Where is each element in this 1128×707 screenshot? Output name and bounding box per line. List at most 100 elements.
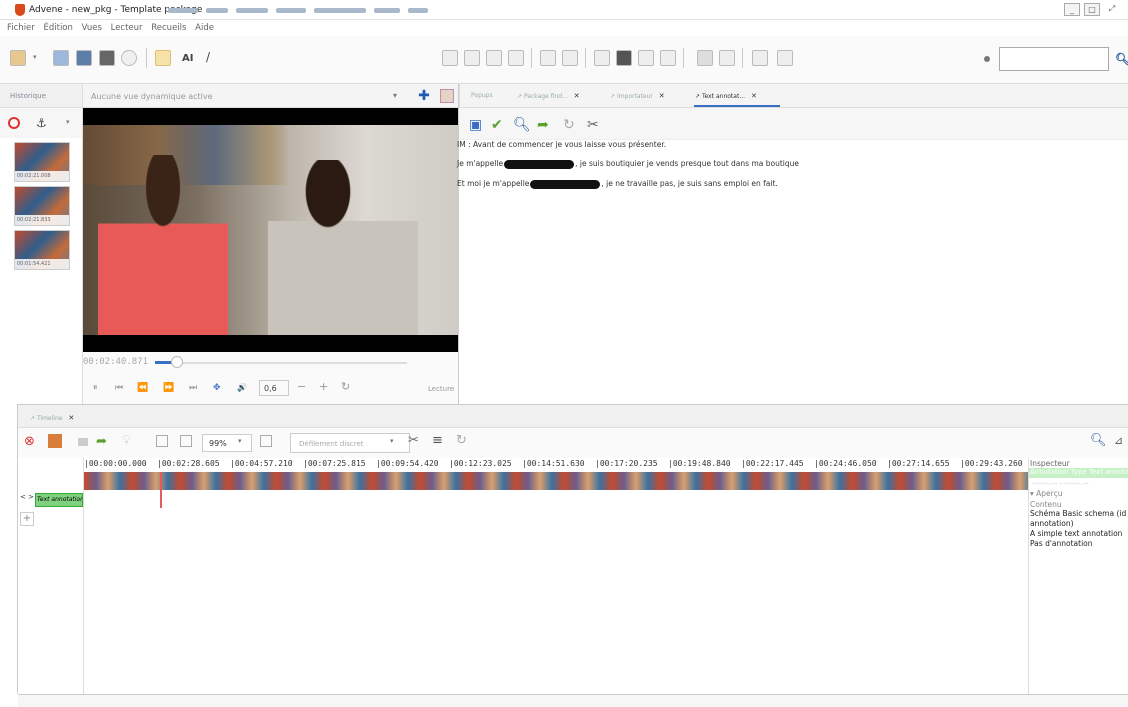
view-book-icon[interactable] xyxy=(562,50,578,66)
save-as-icon[interactable] xyxy=(76,50,92,66)
view-browser-icon[interactable] xyxy=(697,50,713,66)
close-tab-icon[interactable]: ✕ xyxy=(574,92,580,100)
tab-importateur[interactable]: ↗ Importateur ✕ xyxy=(610,92,665,100)
bulb-icon[interactable]: 💡︎ xyxy=(122,433,131,448)
track-text-annotation[interactable]: Text annotation xyxy=(35,493,83,507)
undo-icon[interactable] xyxy=(155,50,171,66)
display-icon[interactable] xyxy=(78,438,88,446)
search-icon[interactable]: 🔍︎ xyxy=(1115,52,1128,66)
rate-decrease-button[interactable]: − xyxy=(297,380,306,393)
align-icon[interactable]: ≡ xyxy=(432,433,443,448)
view-history-icon[interactable] xyxy=(777,50,793,66)
refresh-icon[interactable]: ↻ xyxy=(341,380,350,393)
convert-icon[interactable]: ➦ xyxy=(537,117,549,133)
menu-fichier[interactable]: Fichier xyxy=(7,23,35,33)
view-schema-icon[interactable] xyxy=(719,50,735,66)
add-view-icon[interactable]: ✚ xyxy=(416,88,432,104)
view-transcription-icon[interactable] xyxy=(594,50,610,66)
rate-increase-button[interactable]: + xyxy=(319,380,328,393)
anchor-icon[interactable]: ⚓︎ xyxy=(36,116,47,130)
validate-icon[interactable]: ✔ xyxy=(491,117,503,133)
view-list-icon[interactable] xyxy=(508,50,524,66)
maximize-button[interactable]: □ xyxy=(1084,3,1100,16)
seek-slider-knob[interactable] xyxy=(171,356,183,368)
timeline-options-icon[interactable] xyxy=(260,435,272,447)
right-tab-bar: Popups ↗ Package find... ✕ ↗ Importateur… xyxy=(459,84,1128,108)
search-text-icon[interactable]: 🔍︎ xyxy=(513,117,531,133)
goto-icon[interactable]: ➦ xyxy=(96,434,107,449)
view-grid-icon[interactable] xyxy=(486,50,502,66)
zoom-fit-icon[interactable] xyxy=(156,435,168,447)
tab-text-annotation[interactable]: ↗ Text annotat... ✕ xyxy=(695,92,757,100)
search-input[interactable] xyxy=(999,47,1109,71)
menu-edition[interactable]: Édition xyxy=(43,23,72,33)
view-table-icon[interactable] xyxy=(464,50,480,66)
tab-popups[interactable]: Popups xyxy=(471,92,493,99)
minimize-button[interactable]: _ xyxy=(1064,3,1080,16)
view-media-icon[interactable] xyxy=(752,50,768,66)
view-finder-icon[interactable] xyxy=(660,50,676,66)
forward-icon[interactable]: ⏩ xyxy=(163,383,174,393)
menu-vues[interactable]: Vues xyxy=(82,23,102,33)
inspector-apercu-toggle[interactable]: ▾ Aperçu xyxy=(1030,489,1062,498)
pause-icon[interactable]: ⏸ xyxy=(93,383,98,393)
pencil-icon[interactable]: / xyxy=(206,50,210,64)
dynamic-view-select[interactable]: Aucune vue dynamique active xyxy=(91,92,213,101)
add-track-button[interactable]: + xyxy=(20,512,34,526)
close-tab-icon[interactable]: ✕ xyxy=(68,414,74,422)
open-folder-icon[interactable] xyxy=(99,50,115,66)
color-palette-icon[interactable] xyxy=(48,434,62,448)
menu-recueils[interactable]: Recueils xyxy=(151,23,186,33)
playback-rate-field[interactable]: 0,6 xyxy=(259,380,289,396)
close-tab-icon[interactable]: ✕ xyxy=(659,92,665,100)
view-annotator-icon[interactable] xyxy=(638,50,654,66)
view-tree-icon[interactable] xyxy=(442,50,458,66)
playhead-cursor[interactable] xyxy=(160,472,162,508)
record-icon[interactable] xyxy=(121,50,137,66)
zoom-select[interactable]: 99% xyxy=(202,434,252,452)
search-icon[interactable]: 🔍︎ xyxy=(1090,433,1107,448)
history-snapshot[interactable]: 00:02:21.008 xyxy=(14,142,70,182)
chevron-down-icon[interactable]: ▾ xyxy=(390,437,394,445)
history-snapshot[interactable]: 00:02:21.833 xyxy=(14,186,70,226)
zoom-lock-icon[interactable] xyxy=(180,435,192,447)
view-edit-icon[interactable] xyxy=(540,50,556,66)
refresh-icon[interactable]: ↻ xyxy=(456,433,467,448)
menu-aide[interactable]: Aide xyxy=(195,23,214,33)
close-window-button[interactable]: ⤢ xyxy=(1104,3,1120,16)
chevron-down-icon[interactable]: ▾ xyxy=(238,437,242,445)
save-annotation-icon[interactable]: ▣ xyxy=(469,117,482,133)
clear-history-icon[interactable] xyxy=(8,117,20,129)
rewind-icon[interactable]: ⏪ xyxy=(137,383,148,393)
fullscreen-icon[interactable]: ✥ xyxy=(213,383,221,393)
edit-view-icon[interactable] xyxy=(440,89,454,103)
view-montage-icon[interactable] xyxy=(616,50,632,66)
menu-lecteur[interactable]: Lecteur xyxy=(111,23,143,33)
video-player[interactable] xyxy=(83,108,458,352)
track-nav-arrows[interactable]: < > xyxy=(20,493,34,501)
annotate-icon[interactable]: ⊿ xyxy=(1114,434,1123,447)
ai-button[interactable]: AI xyxy=(182,53,193,64)
seek-slider-track[interactable] xyxy=(155,362,407,364)
close-tab-icon[interactable]: ✕ xyxy=(751,92,757,100)
annotation-text-area[interactable]: IM : Avant de commencer je vous laisse v… xyxy=(457,140,1128,404)
new-package-icon[interactable] xyxy=(10,50,26,66)
tab-timeline[interactable]: ↗ Timeline ✕ xyxy=(30,414,74,422)
ruler-tick: |00:04:57.210 xyxy=(230,459,293,468)
search-option-dot-icon[interactable] xyxy=(984,56,990,62)
scissors-icon[interactable]: ✂ xyxy=(587,117,599,133)
chevron-down-icon[interactable]: ▾ xyxy=(393,91,397,100)
new-package-dropdown-icon[interactable]: ▾ xyxy=(33,53,49,69)
save-icon[interactable] xyxy=(53,50,69,66)
history-dropdown-icon[interactable]: ▾ xyxy=(66,118,70,126)
volume-icon[interactable]: 🔊 xyxy=(237,383,247,392)
reload-icon[interactable]: ↻ xyxy=(563,117,575,133)
scissors-icon[interactable]: ✂ xyxy=(408,433,419,448)
history-snapshot[interactable]: 00:01:54.421 xyxy=(14,230,70,270)
tab-package-finder[interactable]: ↗ Package find... ✕ xyxy=(517,92,580,100)
previous-icon[interactable]: ⏮ xyxy=(115,383,123,393)
tab-historique[interactable]: Historique xyxy=(10,92,46,100)
next-icon[interactable]: ⏭ xyxy=(189,383,197,393)
delete-icon[interactable]: ⊗ xyxy=(24,434,35,449)
timeline-thumbnail-strip[interactable] xyxy=(84,472,1028,490)
